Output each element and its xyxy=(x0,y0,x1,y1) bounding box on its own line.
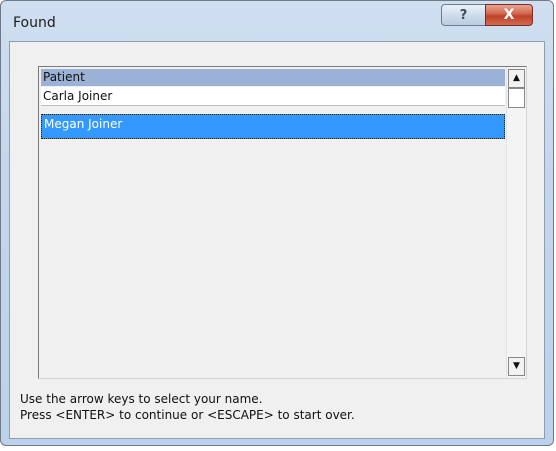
scroll-thumb[interactable] xyxy=(508,88,525,108)
scroll-up-button[interactable]: ▲ xyxy=(508,69,525,88)
list-item-selected[interactable]: Megan Joiner xyxy=(41,114,505,139)
instructions-line-2: Press <ENTER> to continue or <ESCAPE> to… xyxy=(20,408,355,422)
list-item[interactable]: Carla Joiner xyxy=(41,87,505,106)
patient-listbox[interactable]: Patient Carla Joiner Megan Joiner ▲ ▼ xyxy=(38,66,527,379)
found-dialog-window: Found ? X Patient Carla Joiner Megan Joi… xyxy=(0,0,554,446)
instructions-text: Use the arrow keys to select your name. … xyxy=(20,391,355,423)
title-bar[interactable]: Found ? X xyxy=(1,1,553,41)
list-area: Patient Carla Joiner Megan Joiner xyxy=(39,67,505,378)
question-mark-icon: ? xyxy=(459,7,468,23)
arrow-up-icon: ▲ xyxy=(513,73,520,83)
scroll-down-button[interactable]: ▼ xyxy=(508,357,525,376)
instructions-line-1: Use the arrow keys to select your name. xyxy=(20,392,263,406)
close-button[interactable]: X xyxy=(485,4,533,26)
vertical-scrollbar[interactable]: ▲ ▼ xyxy=(506,67,526,378)
window-title: Found xyxy=(13,15,56,31)
arrow-down-icon: ▼ xyxy=(513,361,520,371)
dialog-body: Patient Carla Joiner Megan Joiner ▲ ▼ Us… xyxy=(9,41,545,439)
help-button[interactable]: ? xyxy=(441,4,486,26)
close-icon: X xyxy=(503,7,515,23)
column-header-patient[interactable]: Patient xyxy=(41,69,505,86)
